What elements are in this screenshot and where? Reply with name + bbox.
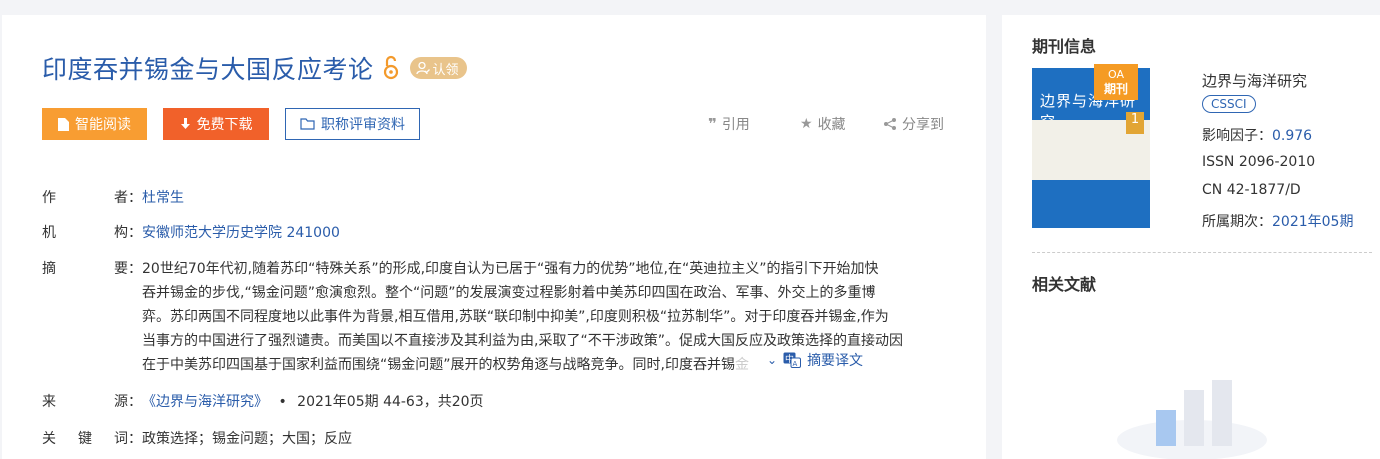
source-label: 来源： (42, 394, 142, 410)
folder-icon (300, 118, 315, 130)
cite-action[interactable]: ❞ 引用 (708, 114, 750, 134)
favorite-action[interactable]: ★ 收藏 (800, 114, 846, 134)
top-band (0, 0, 1380, 15)
quote-icon: ❞ (708, 115, 717, 133)
journal-name[interactable]: 边界与海洋研究 (1202, 70, 1307, 91)
issue-info: 所属期次：2021年05期 (1202, 214, 1354, 230)
bullet-separator: • (278, 394, 287, 410)
source-issue: 2021年05期 44-63，共20页 (297, 394, 484, 410)
abstract-translate-button[interactable]: ⌄ 中 A 摘要译文 (767, 350, 863, 370)
impact-factor: 影响因子：0.976 (1202, 128, 1313, 144)
translate-icon: 中 A (783, 352, 802, 368)
open-access-icon (382, 55, 400, 81)
free-download-button[interactable]: 免费下载 (163, 108, 269, 140)
abstract-line: 弈。苏印两国不同程度地以此事件为背景,相互借用,苏联“联印制中抑美”,印度则积极… (142, 309, 889, 325)
abstract-line: 20世纪70年代初,随着苏印“特殊关系”的形成,印度自认为已居于“强有力的优势”… (142, 261, 879, 277)
journal-section-title: 期刊信息 (1032, 37, 1097, 56)
empty-chart-illustration (1117, 380, 1267, 459)
journal-card: 期刊信息 边界与海洋研究 1 相关文献 (1002, 15, 1380, 459)
cssci-tag: CSSCI (1202, 95, 1256, 113)
related-section-title: 相关文献 (1032, 275, 1097, 294)
cn-number: CN 42-1877/D (1202, 182, 1301, 198)
chevron-down-icon: ⌄ (767, 353, 778, 367)
favorite-label: 收藏 (817, 117, 846, 133)
article-card: 印度吞并锡金与大国反应考论 认领 智能阅读 免费下载 职称评审资料 ❞ 引用 ★… (2, 15, 986, 459)
abstract-translate-label: 摘要译文 (807, 353, 864, 369)
title-material-button[interactable]: 职称评审资料 (285, 108, 420, 140)
smart-read-button[interactable]: 智能阅读 (42, 108, 147, 140)
claim-button[interactable]: 认领 (409, 57, 467, 79)
keywords-value: 政策选择；锡金问题；大国；反应 (142, 431, 352, 447)
free-download-label: 免费下载 (196, 117, 253, 133)
claim-label: 认领 (432, 62, 459, 78)
title-material-label: 职称评审资料 (321, 117, 405, 133)
keywords-label: 关键词： (42, 431, 142, 447)
smart-read-label: 智能阅读 (75, 117, 131, 133)
divider (1032, 252, 1372, 253)
article-title: 印度吞并锡金与大国反应考论 (42, 55, 374, 84)
org-link[interactable]: 安徽师范大学历史学院 241000 (142, 222, 340, 242)
issn: ISSN 2096-2010 (1202, 154, 1316, 170)
author-label: 作者： (42, 190, 142, 206)
svg-text:A: A (793, 360, 798, 368)
oa-journal-badge: OA 期刊 (1094, 64, 1138, 100)
author-link[interactable]: 杜常生 (142, 187, 184, 207)
source-journal-link[interactable]: 《边界与海洋研究》 (142, 394, 268, 410)
org-label: 机构： (42, 225, 142, 241)
star-icon: ★ (800, 116, 813, 132)
button-row: 智能阅读 免费下载 职称评审资料 (42, 108, 420, 140)
abstract-label: 摘要： (42, 261, 142, 277)
issue-link[interactable]: 2021年05期 (1272, 214, 1353, 230)
download-icon (180, 117, 190, 129)
title-row: 印度吞并锡金与大国反应考论 认领 (42, 51, 467, 85)
cite-label: 引用 (721, 117, 750, 133)
abstract-fade: 金 (734, 357, 749, 373)
share-action[interactable]: 分享到 (883, 114, 944, 134)
abstract-line: 吞并锡金的步伐,“锡金问题”愈演愈烈。整个“问题”的发展演变过程影射着中美苏印四… (142, 285, 876, 301)
user-claim-icon (415, 61, 430, 75)
share-icon (884, 118, 896, 130)
cover-issue-number: 1 (1126, 112, 1144, 134)
share-label: 分享到 (902, 117, 944, 133)
document-icon (58, 117, 69, 131)
